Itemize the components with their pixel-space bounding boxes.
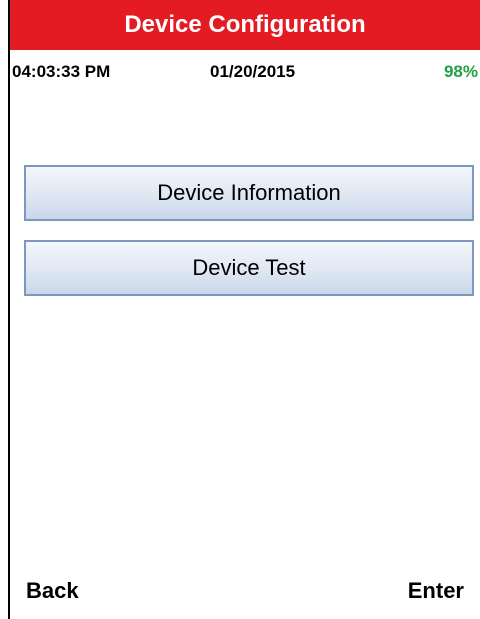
enter-softkey[interactable]: Enter <box>408 578 464 604</box>
page-title: Device Configuration <box>124 11 366 38</box>
title-bar: Device Configuration <box>10 0 480 50</box>
device-information-label: Device Information <box>157 180 341 205</box>
status-time: 04:03:33 PM <box>12 62 111 81</box>
device-test-label: Device Test <box>192 255 306 280</box>
battery-level: 98% <box>443 62 478 81</box>
back-softkey[interactable]: Back <box>26 578 79 604</box>
status-bar: 04:03:33 PM 01/20/2015 98% <box>10 58 480 86</box>
device-information-button[interactable]: Device Information <box>24 165 474 221</box>
status-date: 01/20/2015 <box>210 62 296 81</box>
device-screen: Device Configuration 04:03:33 PM 01/20/2… <box>8 0 480 619</box>
device-test-button[interactable]: Device Test <box>24 240 474 296</box>
